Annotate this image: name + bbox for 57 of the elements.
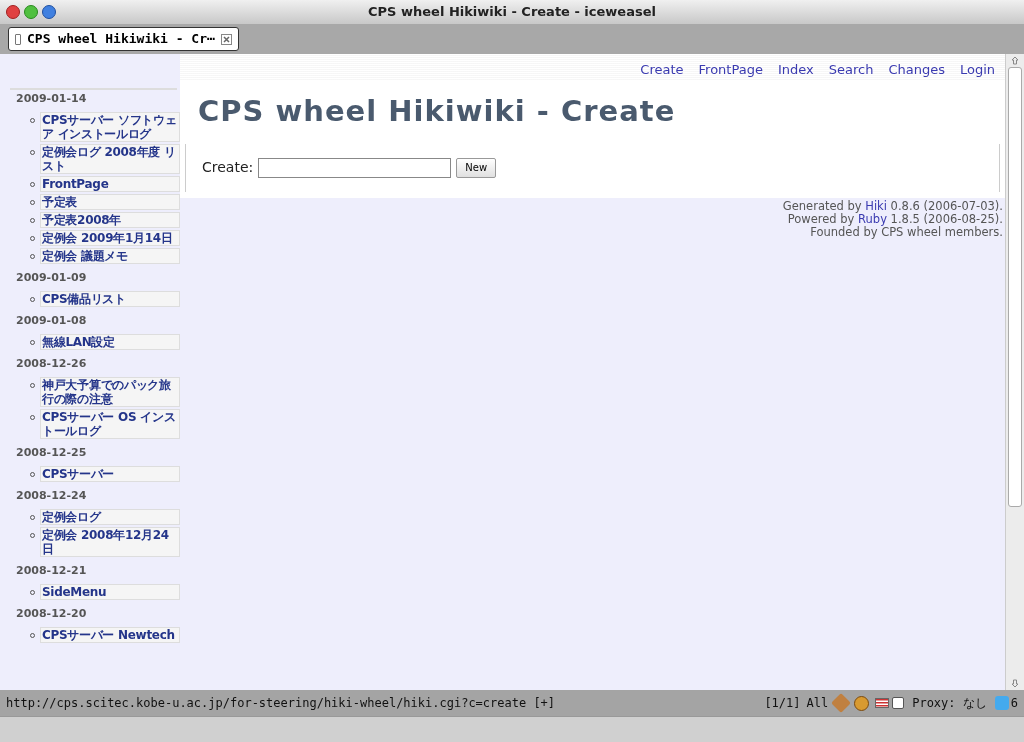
status-url: http://cps.scitec.kobe-u.ac.jp/for-steering/hiki-wheel/hiki.cgi?c=create [+] (6, 695, 557, 712)
window-title: CPS wheel Hikiwiki - Create - iceweasel (368, 3, 656, 22)
page-title: CPS wheel Hikiwiki - Create (197, 93, 677, 130)
scrollbar[interactable] (1005, 54, 1024, 690)
date-heading: 2008-12-20 (15, 606, 88, 621)
sidebar-link[interactable]: 無線LAN設定 (40, 334, 180, 350)
footer-line: Powered by Ruby 1.8.5 (2006-08-25). (787, 212, 1003, 226)
footer-link[interactable]: Ruby (858, 211, 887, 226)
scroll-thumb[interactable] (1008, 67, 1022, 507)
sidebar-link[interactable]: CPSサーバー ソフトウェア インストールログ (40, 112, 180, 142)
proxy-label[interactable]: Proxy: なし (912, 694, 987, 712)
footer-line: Generated by Hiki 0.8.6 (2006-07-03). (782, 199, 1003, 213)
nav-link[interactable]: Login (959, 59, 995, 79)
nav-link[interactable]: Search (828, 59, 874, 79)
date-heading: 2008-12-21 (15, 563, 88, 578)
date-heading: 2009-01-09 (15, 270, 88, 285)
sidebar-link[interactable]: CPS備品リスト (40, 291, 180, 307)
sidebar-link[interactable]: CPSサーバー Newtech (40, 627, 180, 643)
nav-link[interactable]: Create (640, 59, 684, 79)
sidebar-link[interactable]: SideMenu (40, 584, 180, 600)
sidebar-link[interactable]: 定例会 2009年1月14日 (40, 230, 180, 246)
page-name-field[interactable] (258, 157, 452, 178)
footer-link[interactable]: Hiki (865, 198, 887, 213)
sidebar-link[interactable]: 予定表 (40, 194, 180, 210)
nav-link[interactable]: Index (777, 59, 814, 79)
new-button[interactable]: New (456, 157, 497, 178)
page-icon (15, 33, 21, 45)
sidebar-link[interactable]: 予定表2008年 (40, 212, 180, 228)
nav-link[interactable]: FrontPage (698, 59, 763, 79)
date-heading: 2008-12-24 (15, 488, 88, 503)
maximize-window-button[interactable] (24, 5, 38, 19)
sidebar-link[interactable]: 定例会 議題メモ (40, 248, 180, 264)
flag-icon[interactable] (875, 698, 890, 708)
date-heading: 2008-12-26 (15, 356, 88, 371)
footer-line: Founded by CPS wheel members. (810, 225, 1003, 239)
create-label: Create: (202, 158, 254, 177)
notification-count: 6 (1010, 695, 1018, 712)
nav-link[interactable]: Changes (888, 59, 945, 79)
grid-icon[interactable] (892, 697, 905, 709)
sidebar-link[interactable]: FrontPage (40, 176, 180, 192)
scroll-up-icon[interactable] (1011, 56, 1019, 65)
date-heading: 2008-12-25 (15, 445, 88, 460)
close-icon[interactable] (220, 33, 232, 45)
sidebar-link[interactable]: 定例会 2008年12月24日 (40, 527, 180, 557)
sidebar-link[interactable]: 神戸大予算でのパック旅行の際の注意 (40, 377, 180, 407)
sidebar-link[interactable]: CPSサーバー (40, 466, 180, 482)
sidebar-link[interactable]: 定例会ログ (40, 509, 180, 525)
date-heading: 2009-01-14 (15, 91, 88, 106)
close-window-button[interactable] (6, 5, 20, 19)
page-counter: [1/1] (764, 695, 801, 712)
scroll-down-icon[interactable] (1011, 679, 1019, 688)
sidebar-link[interactable]: CPSサーバー OS インストールログ (40, 409, 180, 439)
sidebar-link[interactable]: 定例会ログ 2008年度 リスト (40, 144, 180, 174)
minimize-window-button[interactable] (42, 5, 56, 19)
date-heading: 2009-01-08 (15, 313, 88, 328)
browser-tab[interactable]: CPS wheel Hikiwiki - Cr⋯ (8, 27, 239, 51)
mode-label: All (806, 695, 829, 712)
